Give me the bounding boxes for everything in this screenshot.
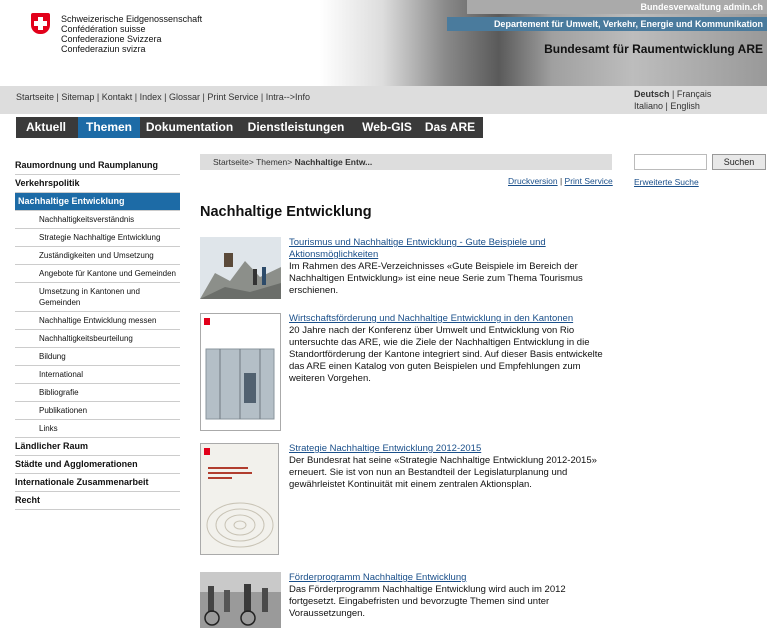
sidebar-item-laendlicher-raum[interactable]: Ländlicher Raum xyxy=(15,438,180,456)
department-link[interactable]: Departement für Umwelt, Verkehr, Energie… xyxy=(447,17,767,31)
article-title-link[interactable]: Tourismus und Nachhaltige Entwicklung - … xyxy=(289,237,546,260)
nav-web-gis[interactable]: Web-GIS xyxy=(355,117,419,138)
article-title-link[interactable]: Förderprogramm Nachhaltige Entwicklung xyxy=(289,572,466,583)
article-text: Der Bundesrat hat seine «Strategie Nachh… xyxy=(289,455,597,490)
article-title-link[interactable]: Wirtschaftsförderung und Nachhaltige Ent… xyxy=(289,313,573,324)
sidebar-nav: Raumordnung und Raumplanung Verkehrspoli… xyxy=(15,157,180,510)
swiss-flag-logo[interactable] xyxy=(31,13,50,34)
nav-das-are[interactable]: Das ARE xyxy=(420,117,480,138)
sidebar-subitem[interactable]: Bibliografie xyxy=(15,384,180,402)
article-thumbnail-foerderprogramm[interactable] xyxy=(200,572,281,628)
breadcrumb-current: Nachhaltige Entw... xyxy=(294,157,373,167)
link-sitemap[interactable]: Sitemap xyxy=(61,92,94,102)
nav-dokumentation[interactable]: Dokumentation xyxy=(141,117,238,138)
search-input[interactable] xyxy=(634,154,707,170)
sidebar-item-internationale-zusammenarbeit[interactable]: Internationale Zusammenarbeit xyxy=(15,474,180,492)
sidebar-subitem[interactable]: Nachhaltigkeitsbeurteilung xyxy=(15,330,180,348)
print-links: Druckversion | Print Service xyxy=(508,176,613,186)
lang-english[interactable]: English xyxy=(670,101,700,111)
page-title: Nachhaltige Entwicklung xyxy=(200,204,372,220)
article-item: Strategie Nachhaltige Entwicklung 2012-2… xyxy=(200,443,615,555)
sidebar-subitem[interactable]: International xyxy=(15,366,180,384)
article-text: Das Förderprogramm Nachhaltige Entwicklu… xyxy=(289,584,566,619)
breadcrumb: Startseite> Themen> Nachhaltige Entw... xyxy=(200,154,612,170)
link-startseite[interactable]: Startseite xyxy=(16,92,54,102)
article-item: Förderprogramm Nachhaltige Entwicklung D… xyxy=(200,572,615,628)
sidebar-subitem[interactable]: Publikationen xyxy=(15,402,180,420)
sidebar-subitem[interactable]: Zuständigkeiten und Umsetzung xyxy=(15,247,180,265)
search-button[interactable]: Suchen xyxy=(712,154,766,170)
sidebar-subitem[interactable]: Bildung xyxy=(15,348,180,366)
article-text: 20 Jahre nach der Konferenz über Umwelt … xyxy=(289,325,603,384)
sidebar-subitem[interactable]: Angebote für Kantone und Gemeinden xyxy=(15,265,180,283)
sidebar-subitem[interactable]: Nachhaltigkeitsverständnis xyxy=(15,211,180,229)
office-name: Bundesamt für Raumentwicklung ARE xyxy=(544,42,763,56)
nav-aktuell[interactable]: Aktuell xyxy=(16,117,76,138)
sidebar-subitem[interactable]: Umsetzung in Kantonen und Gemeinden xyxy=(15,283,180,312)
language-switcher: Deutsch | Français Italiano | English xyxy=(634,89,712,111)
link-kontakt[interactable]: Kontakt xyxy=(102,92,133,102)
advanced-search-link[interactable]: Erweiterte Suche xyxy=(634,177,699,187)
sidebar-item-raumordnung[interactable]: Raumordnung und Raumplanung xyxy=(15,157,180,175)
sidebar-item-staedte[interactable]: Städte und Agglomerationen xyxy=(15,456,180,474)
article-thumbnail-tourismus[interactable] xyxy=(200,237,281,299)
link-intra-info[interactable]: Intra-->Info xyxy=(266,92,310,102)
sidebar-item-nachhaltige-entwicklung[interactable]: Nachhaltige Entwicklung xyxy=(15,193,180,211)
lang-italiano[interactable]: Italiano xyxy=(634,101,663,111)
link-index[interactable]: Index xyxy=(140,92,162,102)
article-item: Wirtschaftsförderung und Nachhaltige Ent… xyxy=(200,313,615,431)
link-print-service[interactable]: Print Service xyxy=(207,92,258,102)
lang-deutsch: Deutsch xyxy=(634,89,670,99)
lang-francais[interactable]: Français xyxy=(677,89,712,99)
breadcrumb-path[interactable]: Startseite> Themen> xyxy=(213,157,295,167)
druckversion-link[interactable]: Druckversion xyxy=(508,176,558,186)
nav-themen[interactable]: Themen xyxy=(78,117,140,138)
article-thumbnail-wirtschaftsfoerderung[interactable] xyxy=(200,313,281,431)
utility-links: Startseite | Sitemap | Kontakt | Index |… xyxy=(16,92,311,102)
sidebar-subitem[interactable]: Links xyxy=(15,420,180,438)
print-service-link[interactable]: Print Service xyxy=(565,176,613,186)
article-text: Im Rahmen des ARE-Verzeichnisses «Gute B… xyxy=(289,261,583,296)
article-title-link[interactable]: Strategie Nachhaltige Entwicklung 2012-2… xyxy=(289,443,481,454)
link-glossar[interactable]: Glossar xyxy=(169,92,200,102)
sidebar-item-recht[interactable]: Recht xyxy=(15,492,180,510)
header: Schweizerische Eidgenossenschaft Confédé… xyxy=(0,0,767,86)
nav-dienstleistungen[interactable]: Dienstleistungen xyxy=(239,117,353,138)
confederation-name: Schweizerische Eidgenossenschaft Confédé… xyxy=(61,14,203,54)
bundesverwaltung-link[interactable]: Bundesverwaltung admin.ch xyxy=(467,0,767,14)
sidebar-subitem[interactable]: Nachhaltige Entwicklung messen xyxy=(15,312,180,330)
sidebar-item-verkehrspolitik[interactable]: Verkehrspolitik xyxy=(15,175,180,193)
article-item: Tourismus und Nachhaltige Entwicklung - … xyxy=(200,237,615,299)
article-thumbnail-strategie[interactable] xyxy=(200,443,279,555)
sidebar-subitem[interactable]: Strategie Nachhaltige Entwicklung xyxy=(15,229,180,247)
